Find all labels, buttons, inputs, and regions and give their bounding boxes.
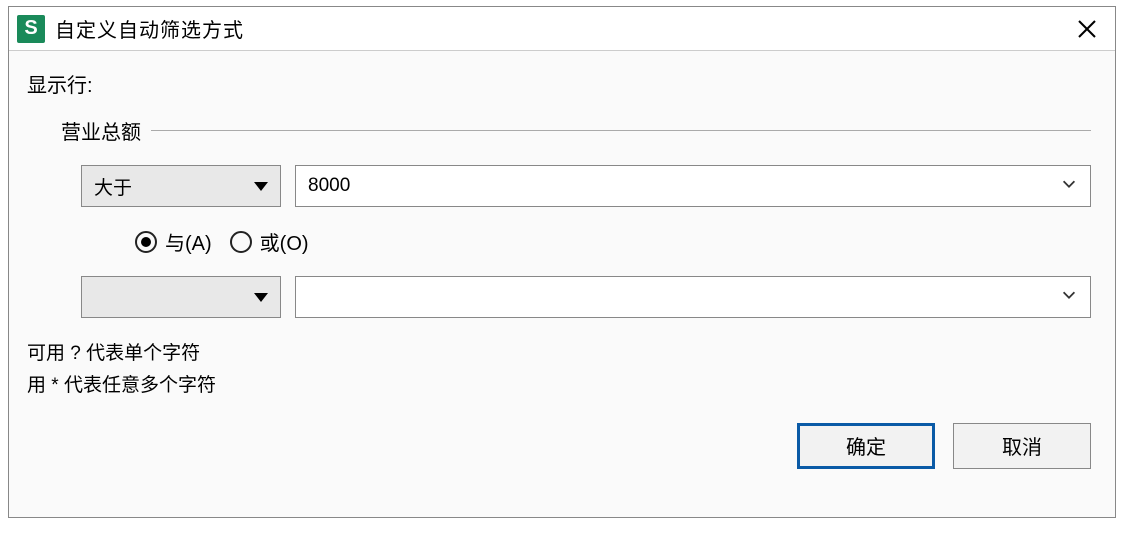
close-button[interactable]: [1069, 11, 1105, 47]
radio-and[interactable]: 与(A): [135, 227, 212, 256]
custom-autofilter-dialog: S 自定义自动筛选方式 显示行: 营业总额 大于: [8, 6, 1116, 518]
caret-down-icon: [254, 182, 268, 191]
radio-icon: [135, 231, 157, 253]
operator-select-1[interactable]: 大于: [81, 165, 281, 207]
logic-radio-group: 与(A) 或(O): [135, 227, 1091, 256]
chevron-down-icon: [1060, 175, 1078, 193]
operator-select-2[interactable]: [81, 276, 281, 318]
app-icon: S: [17, 15, 45, 43]
criteria-row-2: [81, 276, 1091, 318]
dialog-buttons: 确定 取消: [27, 423, 1097, 469]
cancel-button[interactable]: 取消: [953, 423, 1091, 469]
dialog-title: 自定义自动筛选方式: [55, 14, 1069, 43]
value-combo-1[interactable]: [295, 165, 1091, 207]
value-input-2[interactable]: [308, 286, 1060, 308]
radio-and-label: 与(A): [165, 227, 212, 256]
filter-fieldset: 营业总额 大于 与(A): [61, 116, 1091, 318]
radio-icon: [230, 231, 252, 253]
wildcard-hints: 可用 ? 代表单个字符 用 * 代表任意多个字符: [27, 338, 1097, 403]
show-rows-label: 显示行:: [27, 69, 1097, 98]
titlebar: S 自定义自动筛选方式: [9, 7, 1115, 51]
radio-or-label: 或(O): [260, 227, 309, 256]
criteria-row-1: 大于: [81, 165, 1091, 207]
value-combo-2[interactable]: [295, 276, 1091, 318]
dialog-body: 显示行: 营业总额 大于: [9, 51, 1115, 483]
radio-or[interactable]: 或(O): [230, 227, 309, 256]
legend-divider: [151, 130, 1091, 131]
value-input-1[interactable]: [308, 175, 1060, 197]
combo-2-dropdown-button[interactable]: [1060, 286, 1078, 309]
operator-select-1-value: 大于: [94, 173, 254, 200]
chevron-down-icon: [1060, 286, 1078, 304]
caret-down-icon: [254, 293, 268, 302]
field-legend-row: 营业总额: [61, 116, 1091, 145]
field-name-label: 营业总额: [61, 116, 141, 145]
hint-line-2: 用 * 代表任意多个字符: [27, 370, 1097, 402]
combo-1-dropdown-button[interactable]: [1060, 175, 1078, 198]
close-icon: [1077, 19, 1097, 39]
hint-line-1: 可用 ? 代表单个字符: [27, 338, 1097, 370]
ok-button[interactable]: 确定: [797, 423, 935, 469]
